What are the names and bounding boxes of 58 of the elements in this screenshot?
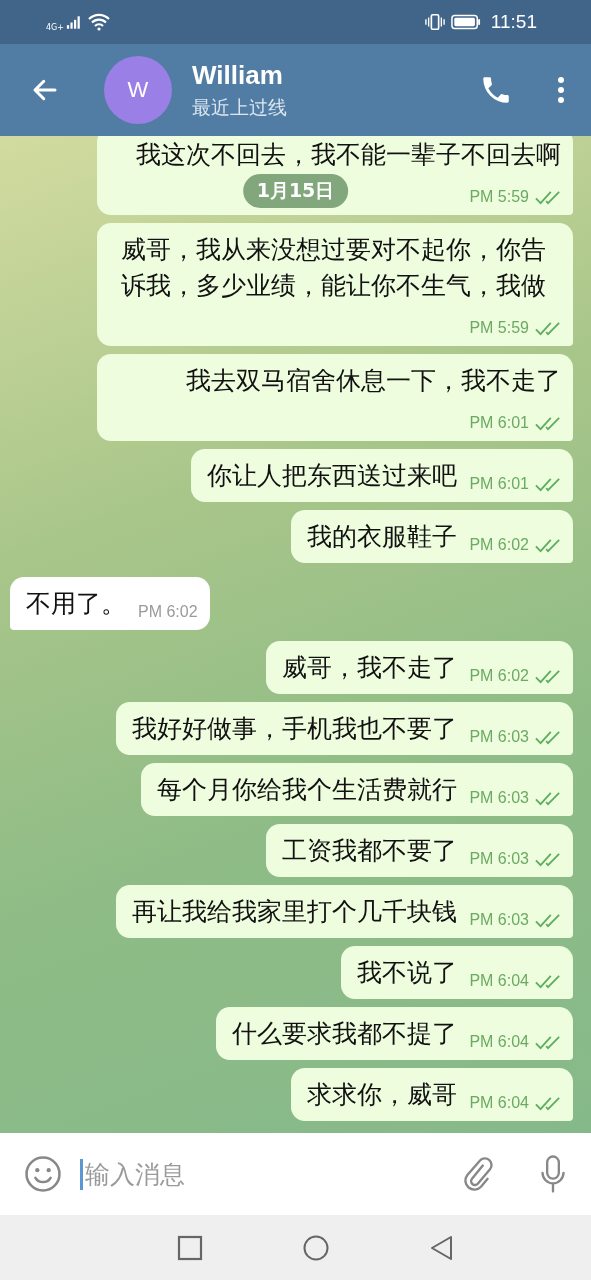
- message-time: PM 5:59: [469, 187, 529, 207]
- message-bubble[interactable]: 我不说了 PM 6:04: [341, 946, 573, 999]
- message-time: PM 6:04: [469, 1093, 529, 1113]
- battery-icon: [450, 14, 481, 30]
- message-text: 你让人把东西送过来吧: [207, 460, 458, 492]
- message-time: PM 6:02: [469, 535, 529, 555]
- message-text: 威哥，我从来没想过要对不起你，你告诉我，多少业绩，能让你不生气，我做: [121, 234, 547, 302]
- smiley-icon[interactable]: [24, 1155, 62, 1193]
- message-time: PM 6:03: [469, 788, 529, 808]
- microphone-icon[interactable]: [539, 1154, 567, 1194]
- paperclip-icon[interactable]: [463, 1156, 493, 1192]
- message-time: PM 6:03: [469, 849, 529, 869]
- message-input-field[interactable]: 输入消息: [80, 1158, 463, 1190]
- message-text: 求求你，威哥: [307, 1079, 458, 1111]
- message-text: 什么要求我都不提了: [232, 1018, 458, 1050]
- message-time: PM 6:02: [469, 666, 529, 686]
- message-bubble[interactable]: 你让人把东西送过来吧 PM 6:01: [191, 449, 573, 502]
- wifi-icon: [88, 13, 110, 31]
- vibrate-icon: [424, 13, 445, 31]
- message-bubble[interactable]: 再让我给我家里打个几千块钱 PM 6:03: [116, 885, 573, 938]
- last-seen-status: 最近上过线: [192, 94, 288, 120]
- message-text: 每个月你给我个生活费就行: [157, 774, 458, 806]
- message-bubble[interactable]: 我去双马宿舍休息一下，我不走了 PM 6:01: [97, 354, 573, 441]
- message-text: 不用了。: [26, 588, 126, 620]
- home-icon[interactable]: [302, 1234, 329, 1261]
- message-time: PM 6:02: [138, 602, 198, 622]
- contact-name: William: [192, 59, 284, 91]
- message-bubble[interactable]: 不用了。 PM 6:02: [10, 577, 210, 630]
- message-bubble[interactable]: 威哥，我从来没想过要对不起你，你告诉我，多少业绩，能让你不生气，我做 PM 5:59: [97, 223, 573, 346]
- message-text: 我去双马宿舍休息一下，我不走了: [186, 365, 561, 397]
- message-text: 我的衣服鞋子: [307, 521, 458, 553]
- message-text: 工资我都不要了: [282, 835, 458, 867]
- back-icon[interactable]: [428, 1234, 455, 1261]
- message-bubble[interactable]: 求求你，威哥 PM 6:04: [291, 1068, 573, 1121]
- message-bubble[interactable]: 我的衣服鞋子 PM 6:02: [291, 510, 573, 563]
- more-menu-icon[interactable]: [557, 76, 565, 104]
- message-bubble[interactable]: 每个月你给我个生活费就行 PM 6:03: [141, 763, 573, 816]
- message-text: 我这次不回去，我不能一辈子不回去啊: [136, 139, 561, 171]
- network-label: 4G+: [46, 22, 64, 32]
- message-time: PM 6:01: [469, 413, 529, 433]
- message-bubble[interactable]: 什么要求我都不提了 PM 6:04: [216, 1007, 573, 1060]
- message-text: 威哥，我不走了: [282, 652, 458, 684]
- message-bubble[interactable]: 我好好做事，手机我也不要了 PM 6:03: [116, 702, 573, 755]
- message-time: PM 6:03: [469, 910, 529, 930]
- message-time: PM 6:04: [469, 1032, 529, 1052]
- recent-apps-icon[interactable]: [176, 1234, 203, 1261]
- message-time: PM 6:03: [469, 727, 529, 747]
- message-text: 我好好做事，手机我也不要了: [132, 713, 458, 745]
- message-time: PM 6:01: [469, 474, 529, 494]
- clock-time: 11:51: [490, 11, 537, 33]
- message-text: 我不说了: [357, 957, 458, 989]
- message-time: PM 5:59: [469, 318, 529, 338]
- signal-icon: [66, 14, 82, 30]
- message-bubble[interactable]: 威哥，我不走了 PM 6:02: [266, 641, 573, 694]
- message-text: 再让我给我家里打个几千块钱: [132, 896, 458, 928]
- message-bubble[interactable]: 工资我都不要了 PM 6:03: [266, 824, 573, 877]
- message-time: PM 6:04: [469, 971, 529, 991]
- date-label: 1月15日: [242, 174, 349, 208]
